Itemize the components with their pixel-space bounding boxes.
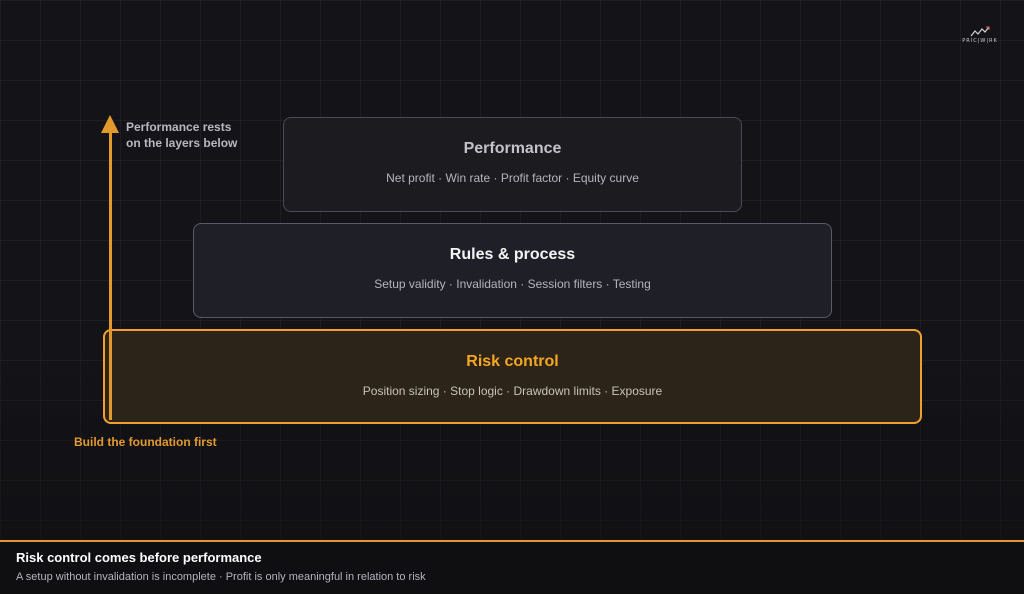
foundation-label: Build the foundation first [74, 435, 217, 449]
arrow-note-line-1: Performance rests [126, 120, 232, 134]
layer-performance: Performance Net profit · Win rate · Prof… [283, 117, 742, 212]
layer-title: Rules & process [449, 246, 576, 263]
layer-subtitle: Position sizing · Stop logic · Drawdown … [362, 384, 663, 398]
up-arrow-shaft [109, 130, 112, 420]
arrow-note-line-2: on the layers below [126, 136, 238, 150]
layer-title: Performance [463, 140, 562, 157]
arrow-annotation: Performance rests on the layers below [126, 119, 266, 151]
footer-bar: Risk control comes before performance A … [0, 540, 1024, 594]
layer-subtitle: Setup validity · Invalidation · Session … [374, 277, 651, 291]
brand-logo: PRIC|W|RK [958, 26, 1002, 48]
layer-risk-control: Risk control Position sizing · Stop logi… [103, 329, 922, 424]
up-arrow-icon [101, 115, 119, 133]
footer-subtitle: A setup without invalidation is incomple… [16, 571, 426, 583]
line-chart-icon [970, 26, 990, 37]
layer-rules-process: Rules & process Setup validity · Invalid… [193, 223, 832, 318]
logo-text: PRIC|W|RK [962, 38, 998, 44]
layer-title: Risk control [466, 353, 559, 370]
layer-subtitle: Net profit · Win rate · Profit factor · … [386, 171, 639, 185]
footer-title: Risk control comes before performance [16, 550, 262, 565]
